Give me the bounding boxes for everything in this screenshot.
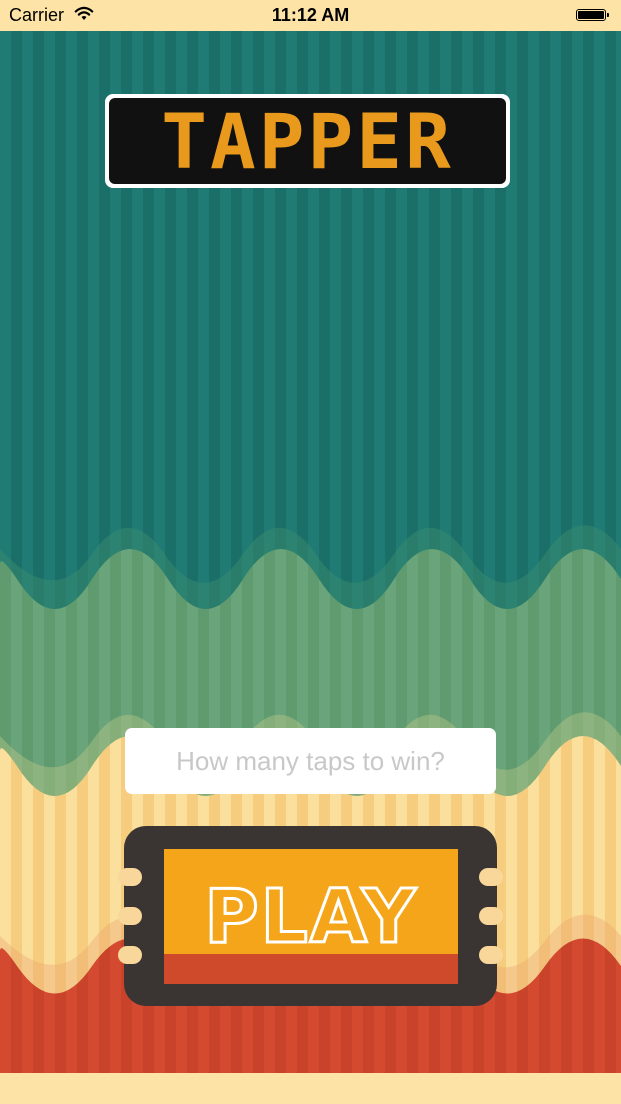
right-notch-3	[479, 946, 503, 964]
right-notch-1	[479, 868, 503, 886]
bottom-strip	[0, 1073, 621, 1104]
clock-time: 11:12 AM	[271, 5, 350, 25]
left-notch-3	[118, 946, 142, 964]
left-notch-1	[118, 868, 142, 886]
tapper-logo: TAPPER	[105, 94, 510, 188]
status-bar: Carrier 11:12 AM	[0, 0, 621, 31]
taps-to-win-input[interactable]	[125, 728, 496, 794]
left-notch-2	[118, 907, 142, 925]
battery-icon	[576, 9, 609, 21]
right-notch-2	[479, 907, 503, 925]
game-screen: Carrier 11:12 AM TAPPER PLAY	[0, 0, 621, 1104]
play-button[interactable]: PLAY	[118, 826, 503, 1006]
logo-text: TAPPER	[159, 95, 454, 188]
play-button-label: PLAY	[203, 872, 418, 961]
